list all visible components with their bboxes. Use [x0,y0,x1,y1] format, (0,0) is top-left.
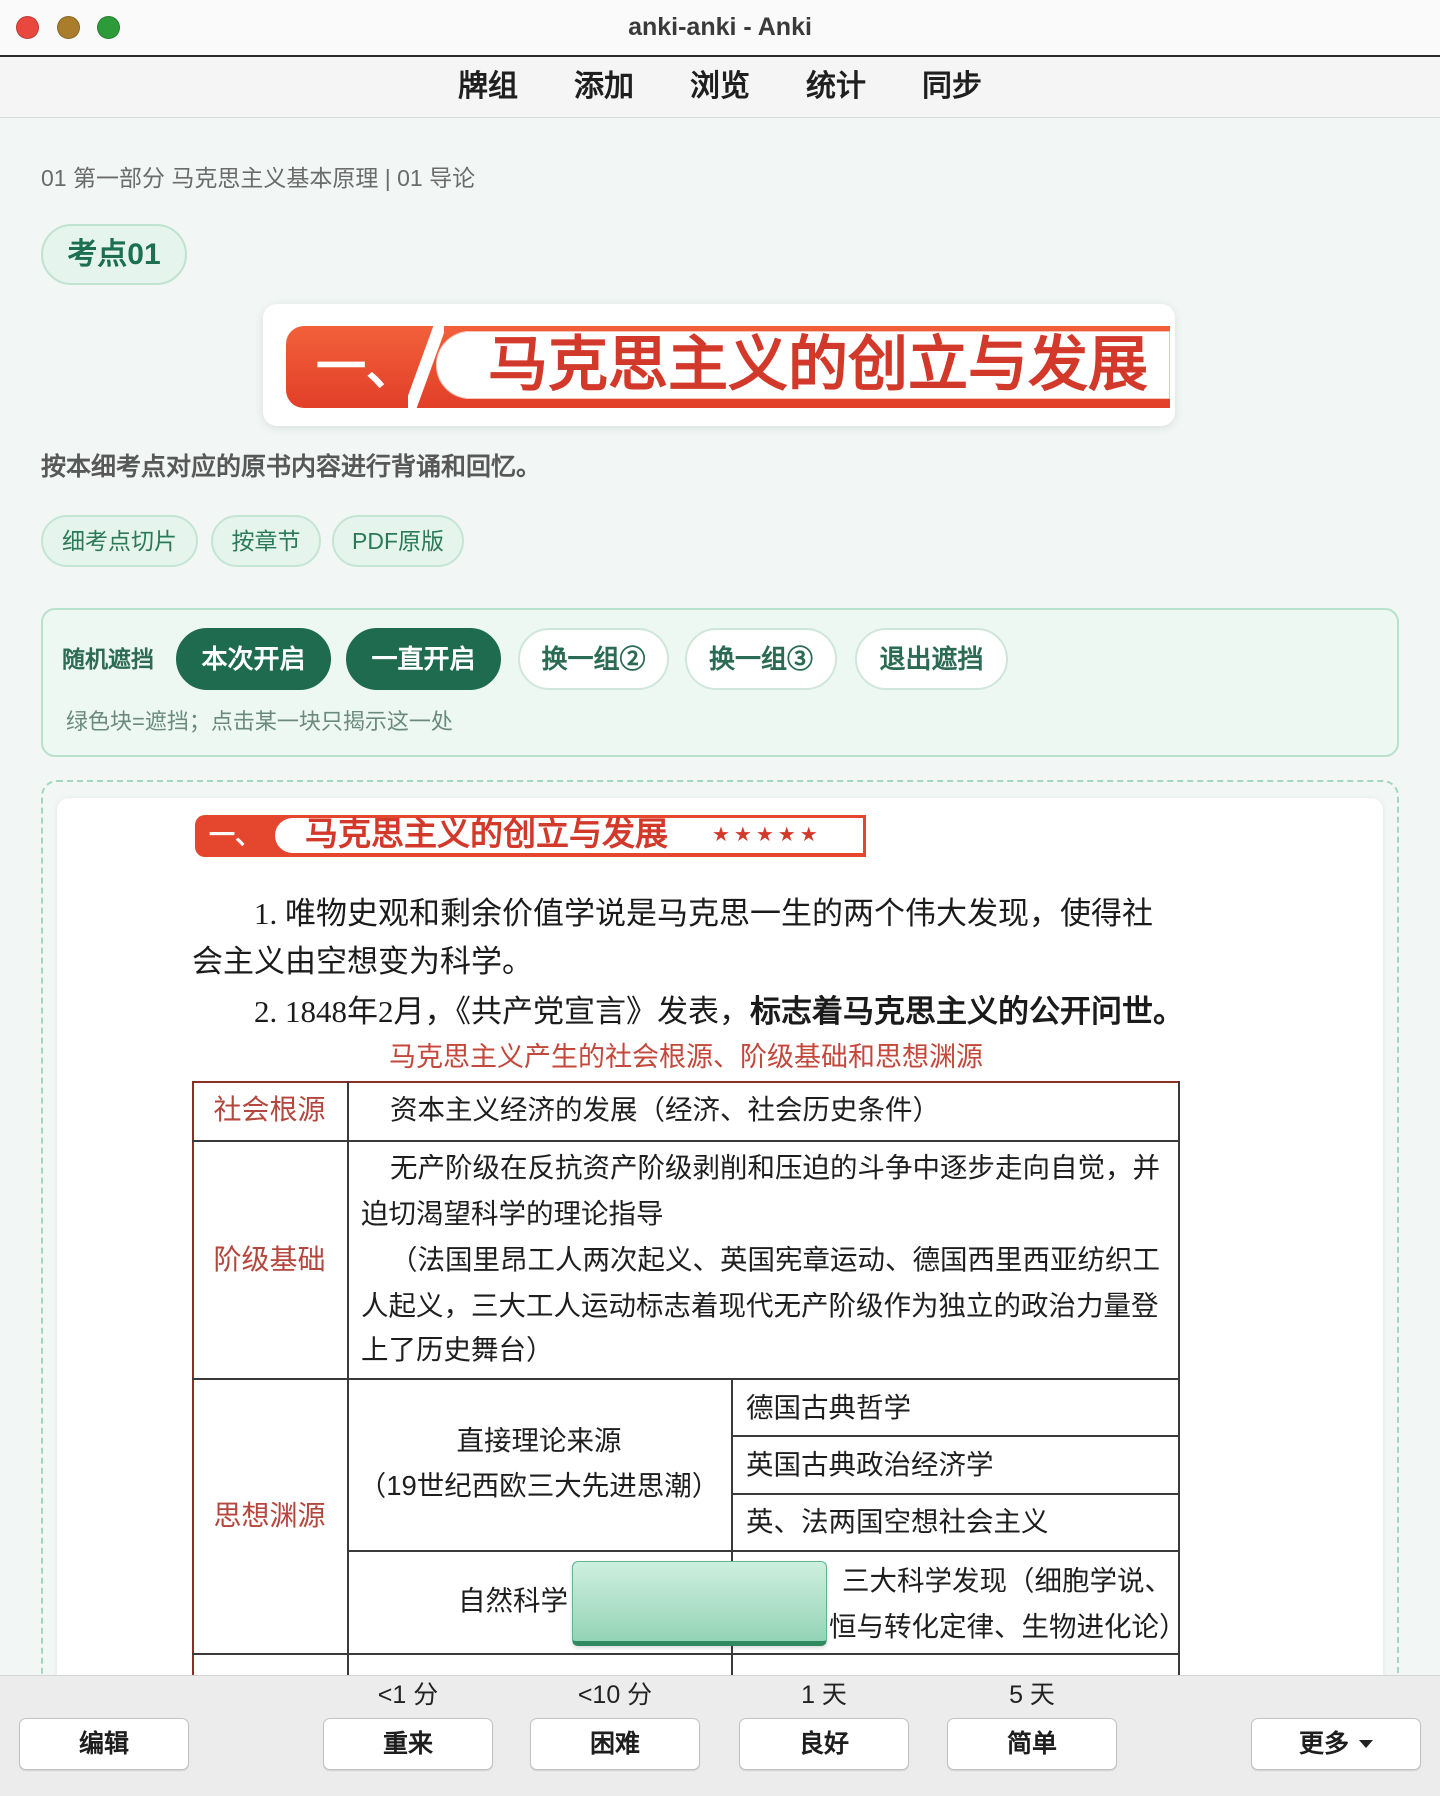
table-row-divider [347,1550,1180,1552]
minimize-window-button[interactable] [57,16,80,39]
caret-down-icon [1359,1740,1373,1748]
section-number: 一、 [209,821,262,850]
table-row-divider [731,1435,1180,1437]
table-cell-line: （法国里昂工人两次起义、英国宪章运动、德国西里西亚纺织工 [390,1244,1160,1275]
paragraph-end-text: 。 [1153,994,1184,1029]
edit-button[interactable]: 编辑 [19,1718,189,1770]
paragraph-text: 2. 1848年2月，《共产党宣言》发表， [254,994,750,1029]
topic-banner-image: 一、 马克思主义的创立与发展 [263,304,1175,426]
good-button[interactable]: 良好 [739,1718,909,1770]
menu-add[interactable]: 添加 [574,67,634,107]
again-button[interactable]: 重来 [323,1718,493,1770]
table-cell-line: 三大科学发现（细胞学说、 [842,1565,1172,1596]
interval-good: 1 天 [801,1681,847,1709]
banner-ribbon: 一、 马克思主义的创立与发展 [286,326,1170,408]
table-cell: 英、法两国空想社会主义 [746,1506,1049,1537]
more-button[interactable]: 更多 [1251,1718,1421,1770]
more-button-label: 更多 [1298,1730,1349,1758]
table-row-divider [192,1140,1180,1142]
window-title: anki-anki - Anki [628,13,812,41]
occlusion-hint: 绿色块=遮挡；点击某一块只揭示这一处 [66,709,453,734]
easy-button[interactable]: 简单 [947,1718,1117,1770]
topic-tag: 考点01 [41,224,187,285]
zoom-window-button[interactable] [97,16,120,39]
paragraph-bold-text: 标志着马克思主义的公开问世 [750,994,1153,1029]
banner-number: 一、 [316,339,416,395]
table-cell-line: 人起义，三大工人运动标志着现代无产阶级作为独立的政治力量登 [361,1290,1159,1321]
paragraph-line: 1. 唯物史观和剩余价值学说是马克思一生的两个伟大发现，使得社 [254,896,1153,931]
table-cell-line: 无产阶级在反抗资产阶级剥削和压迫的斗争中逐步走向自觉，并 [390,1152,1160,1183]
row-label-social: 社会根源 [213,1094,326,1125]
table-cell: （19世纪西欧三大先进思潮） [358,1470,720,1501]
menu-browse[interactable]: 浏览 [690,67,750,107]
instruction-text: 按本细考点对应的原书内容进行背诵和回忆。 [41,453,542,481]
row-label-thought: 思想渊源 [213,1500,326,1531]
table-cell: 自然科学 [458,1585,568,1616]
occlusion-mask[interactable] [572,1561,827,1646]
table-cell-line: 上了历史舞台） [361,1334,554,1365]
interval-again: <1 分 [377,1681,439,1709]
section-ribbon: 一、 马克思主义的创立与发展 ★★★★★ [195,815,866,857]
banner-title-box: 马克思主义的创立与发展 [436,331,1170,399]
paragraph-line: 会主义由空想变为科学。 [192,944,533,979]
table-row-divider [192,1653,1180,1655]
row-label-class: 阶级基础 [213,1244,326,1275]
always-enable-button[interactable]: 一直开启 [346,628,501,690]
breadcrumb: 01 第一部分 马克思主义基本原理 | 01 导论 [41,165,476,191]
filter-detail-slices[interactable]: 细考点切片 [41,515,198,567]
table-row-divider [731,1493,1180,1495]
table-cell-line: 迫切渴望科学的理论指导 [361,1198,664,1229]
shuffle-group-3-button[interactable]: 换一组③ [685,628,837,690]
menu-stats[interactable]: 统计 [806,67,866,107]
hard-button[interactable]: 困难 [530,1718,700,1770]
menu-decks[interactable]: 牌组 [458,67,518,107]
table-cell-line: 恒与转化定律、生物进化论） [829,1611,1187,1642]
table-row-divider [192,1378,1180,1380]
banner-title: 马克思主义的创立与发展 [488,332,1148,398]
importance-stars: ★★★★★ [712,824,822,846]
filter-by-chapter[interactable]: 按章节 [211,515,321,567]
close-window-button[interactable] [16,16,39,39]
review-bar: <1 分 <10 分 1 天 5 天 编辑 重来 困难 良好 简单 更多 [0,1675,1440,1796]
table-border [192,1081,1180,1083]
table-cell: 英国古典政治经济学 [746,1449,994,1480]
anki-window: anki-anki - Anki 牌组 添加 浏览 统计 同步 01 第一部分 … [0,0,1440,1675]
interval-easy: 5 天 [1009,1681,1055,1709]
top-menu-bar: 牌组 添加 浏览 统计 同步 [0,57,1440,118]
section-title: 马克思主义的创立与发展 [305,817,668,853]
interval-hard: <10 分 [577,1681,653,1709]
table-col-divider [347,1081,349,1675]
table-cell: 资本主义经济的发展（经济、社会历史条件） [390,1094,940,1125]
enable-this-time-button[interactable]: 本次开启 [176,628,331,690]
menu-sync[interactable]: 同步 [922,67,982,107]
exit-occlusion-button[interactable]: 退出遮挡 [855,628,1008,690]
occlusion-label: 随机遮挡 [62,646,154,672]
shuffle-group-2-button[interactable]: 换一组② [518,628,669,690]
section-title-box: 马克思主义的创立与发展 ★★★★★ [275,818,863,853]
paragraph-line: 2. 1848年2月，《共产党宣言》发表，标志着马克思主义的公开问世。 [254,988,1184,1036]
title-bar: anki-anki - Anki [0,0,1440,57]
table-title: 马克思主义产生的社会根源、阶级基础和思想渊源 [389,1042,983,1072]
table-cell: 德国古典哲学 [746,1392,911,1423]
table-cell: 直接理论来源 [456,1425,622,1456]
filter-pdf-original[interactable]: PDF原版 [332,515,464,567]
